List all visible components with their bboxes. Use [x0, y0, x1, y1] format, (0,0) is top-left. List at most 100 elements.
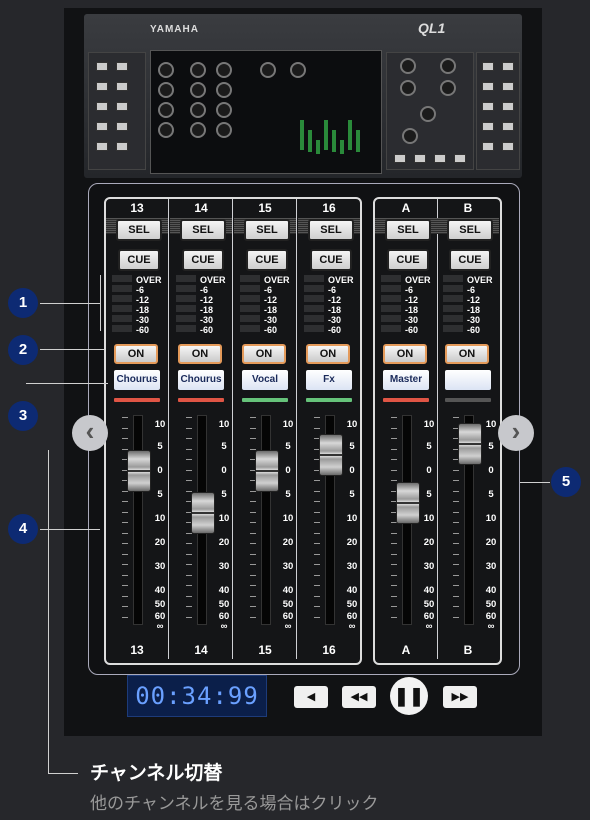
fader-tick	[122, 564, 128, 565]
fader-tick	[122, 417, 128, 418]
sel-button[interactable]: SEL	[447, 219, 493, 241]
time-display: 00:34:99	[127, 675, 267, 717]
rewind-button[interactable]: ◀◀	[342, 686, 376, 708]
fader-tick	[122, 522, 128, 523]
channel-name[interactable]: Fx	[306, 370, 352, 390]
fader-tick	[453, 543, 459, 544]
sel-button[interactable]: SEL	[180, 219, 226, 241]
channel-name[interactable]: Vocal	[242, 370, 288, 390]
fader-tick	[391, 616, 397, 618]
cue-button[interactable]: CUE	[310, 249, 352, 271]
cue-button[interactable]: CUE	[246, 249, 288, 271]
fader-knob[interactable]	[191, 492, 215, 534]
meter-label: -12	[328, 295, 342, 305]
fader-tick	[314, 543, 320, 544]
fader-scale-label: 10	[154, 513, 166, 524]
meter-labels: OVER -6 -12 -18 -30 -60	[405, 275, 435, 335]
on-button[interactable]: ON	[445, 344, 489, 364]
meter-segment	[176, 285, 196, 292]
console-knob	[158, 102, 174, 118]
fader-tick	[122, 606, 128, 607]
channel-name[interactable]	[445, 370, 491, 390]
level-meter	[112, 275, 132, 335]
meter-label: -60	[467, 325, 481, 335]
on-button[interactable]: ON	[306, 344, 350, 364]
channel-name[interactable]: Chourus	[114, 370, 160, 390]
sel-button[interactable]: SEL	[116, 219, 162, 241]
meter-segment	[112, 285, 132, 292]
on-button[interactable]: ON	[178, 344, 222, 364]
cue-button[interactable]: CUE	[182, 249, 224, 271]
fader-tick	[314, 585, 320, 586]
next-channel-button[interactable]: ›	[498, 415, 534, 451]
fader-scale-label: 10	[423, 513, 435, 524]
fader-scale-label: 20	[154, 537, 166, 548]
fader-tick	[453, 480, 459, 481]
prev-channel-button[interactable]: ‹	[72, 415, 108, 451]
fader-knob[interactable]	[255, 450, 279, 492]
forward-button[interactable]: ▶▶	[443, 686, 477, 708]
fader-tick	[314, 511, 320, 513]
fader-tick	[314, 553, 320, 555]
meter-segment	[240, 295, 260, 302]
meter-segment	[381, 275, 401, 282]
console-knob	[190, 82, 206, 98]
meter-label: -60	[136, 325, 150, 335]
fader-tick	[453, 606, 459, 607]
meter-label: OVER	[136, 275, 162, 285]
pause-button[interactable]: ❚❚	[390, 677, 428, 715]
on-button[interactable]: ON	[242, 344, 286, 364]
sel-button[interactable]: SEL	[244, 219, 290, 241]
fader-tick	[250, 438, 256, 439]
fader-knob[interactable]	[458, 423, 482, 465]
meter-segment	[240, 275, 260, 282]
console-model: QL1	[418, 20, 446, 36]
fader-knob[interactable]	[127, 450, 151, 492]
sel-button[interactable]: SEL	[385, 219, 431, 241]
level-meter	[443, 275, 463, 335]
cue-button[interactable]: CUE	[387, 249, 429, 271]
fader-scale-label: 50	[423, 599, 435, 610]
fader-tick	[250, 585, 256, 586]
fader-tick	[391, 480, 397, 481]
fader-knob[interactable]	[319, 434, 343, 476]
prev-button[interactable]: ◀	[294, 686, 328, 708]
channel-strip: 15 SEL CUE OVER -6 -12 -18 -30 -60 ON Vocal 10 5 0 5 10…	[234, 199, 297, 659]
channel-number: 13	[130, 201, 144, 215]
channel-name[interactable]: Master	[383, 370, 429, 390]
console-knob	[216, 122, 232, 138]
console-key	[502, 102, 514, 111]
fader-tick	[122, 574, 128, 576]
fader-tick	[453, 553, 459, 555]
on-button[interactable]: ON	[383, 344, 427, 364]
console-knob	[190, 122, 206, 138]
meter-label: -6	[405, 285, 414, 295]
meter-segment	[112, 315, 132, 322]
on-button[interactable]: ON	[114, 344, 158, 364]
fader-tick	[391, 438, 397, 439]
fader-tick	[453, 616, 459, 618]
meter-labels: OVER -6 -12 -18 -30 -60	[467, 275, 497, 335]
meter-label: -6	[264, 285, 273, 295]
leader-line-2	[40, 349, 104, 350]
fader-scale-label: 5	[221, 489, 227, 500]
cue-button[interactable]: CUE	[449, 249, 491, 271]
channel-strip: 16 SEL CUE OVER -6 -12 -18 -30 -60 ON Fx 10 5 0 5 10 20 3…	[298, 199, 360, 659]
fader-tick	[250, 616, 256, 618]
sel-button[interactable]: SEL	[308, 219, 354, 241]
fader-scale-label: 0	[221, 465, 227, 476]
console-knob	[260, 62, 276, 78]
meter-segment	[176, 275, 196, 282]
fader-knob[interactable]	[396, 482, 420, 524]
fader-scale-label: 10	[282, 419, 294, 430]
cue-button[interactable]: CUE	[118, 249, 160, 271]
channel-color-bar	[242, 398, 288, 402]
fader-scale-label: ∞	[487, 621, 495, 632]
channel-number: 15	[258, 201, 272, 215]
fader-tick	[391, 543, 397, 544]
channel-name[interactable]: Chourus	[178, 370, 224, 390]
meter-label: -30	[467, 315, 481, 325]
console-knob	[402, 128, 418, 144]
fader-tick	[314, 522, 320, 523]
meter-segment	[381, 285, 401, 292]
